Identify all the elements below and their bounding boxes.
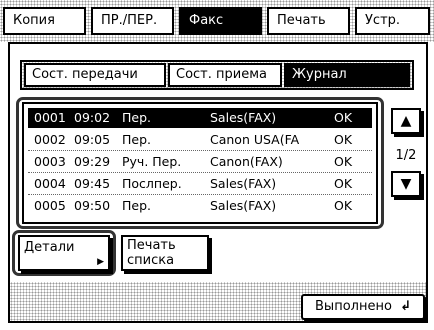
triangle-up-icon: ▲	[400, 113, 412, 129]
done-button[interactable]: Выполнено ↲	[301, 294, 425, 320]
page-indicator: 1/2	[395, 148, 417, 163]
subtab-log[interactable]: Журнал	[284, 63, 410, 87]
subtab-rx-status[interactable]: Сост. приема	[168, 63, 282, 87]
details-label: Детали	[24, 240, 75, 255]
print-list-label-1: Печать	[127, 238, 176, 253]
log-row[interactable]: 0004 09:45 Послпер. Sales(FAX) OK	[28, 174, 372, 195]
tab-print[interactable]: Печать	[267, 7, 350, 35]
print-list-button[interactable]: Печать списка	[121, 235, 209, 271]
scroll-up-button[interactable]: ▲	[391, 108, 421, 134]
print-list-label-2: списка	[127, 253, 175, 268]
tab-fax[interactable]: Факс	[179, 7, 262, 35]
log-row[interactable]: 0002 09:05 Пер. Canon USA(FA OK	[28, 130, 372, 151]
tab-send-receive[interactable]: ПР./ПЕР.	[91, 7, 174, 35]
details-button[interactable]: Детали ▶	[18, 235, 110, 271]
return-arrow-icon: ↲	[400, 299, 411, 314]
log-row[interactable]: 0003 09:29 Руч. Пер. Canon(FAX) OK	[28, 152, 372, 173]
done-label: Выполнено	[315, 299, 392, 314]
tab-device[interactable]: Устр.	[355, 7, 430, 35]
main-tab-bar: Копия ПР./ПЕР. Факс Печать Устр.	[0, 0, 434, 42]
caret-right-icon: ▶	[97, 257, 104, 267]
log-row[interactable]: 0005 09:50 Пер. Sales(FAX) OK	[28, 196, 372, 216]
subtab-tx-status[interactable]: Сост. передачи	[24, 63, 166, 87]
scroll-down-button[interactable]: ▼	[391, 171, 421, 197]
log-list[interactable]: 0001 09:02 Пер. Sales(FAX) OK 0002 09:05…	[22, 102, 378, 224]
triangle-down-icon: ▼	[400, 176, 412, 192]
log-row[interactable]: 0001 09:02 Пер. Sales(FAX) OK	[28, 108, 372, 128]
tab-copy[interactable]: Копия	[3, 7, 86, 35]
